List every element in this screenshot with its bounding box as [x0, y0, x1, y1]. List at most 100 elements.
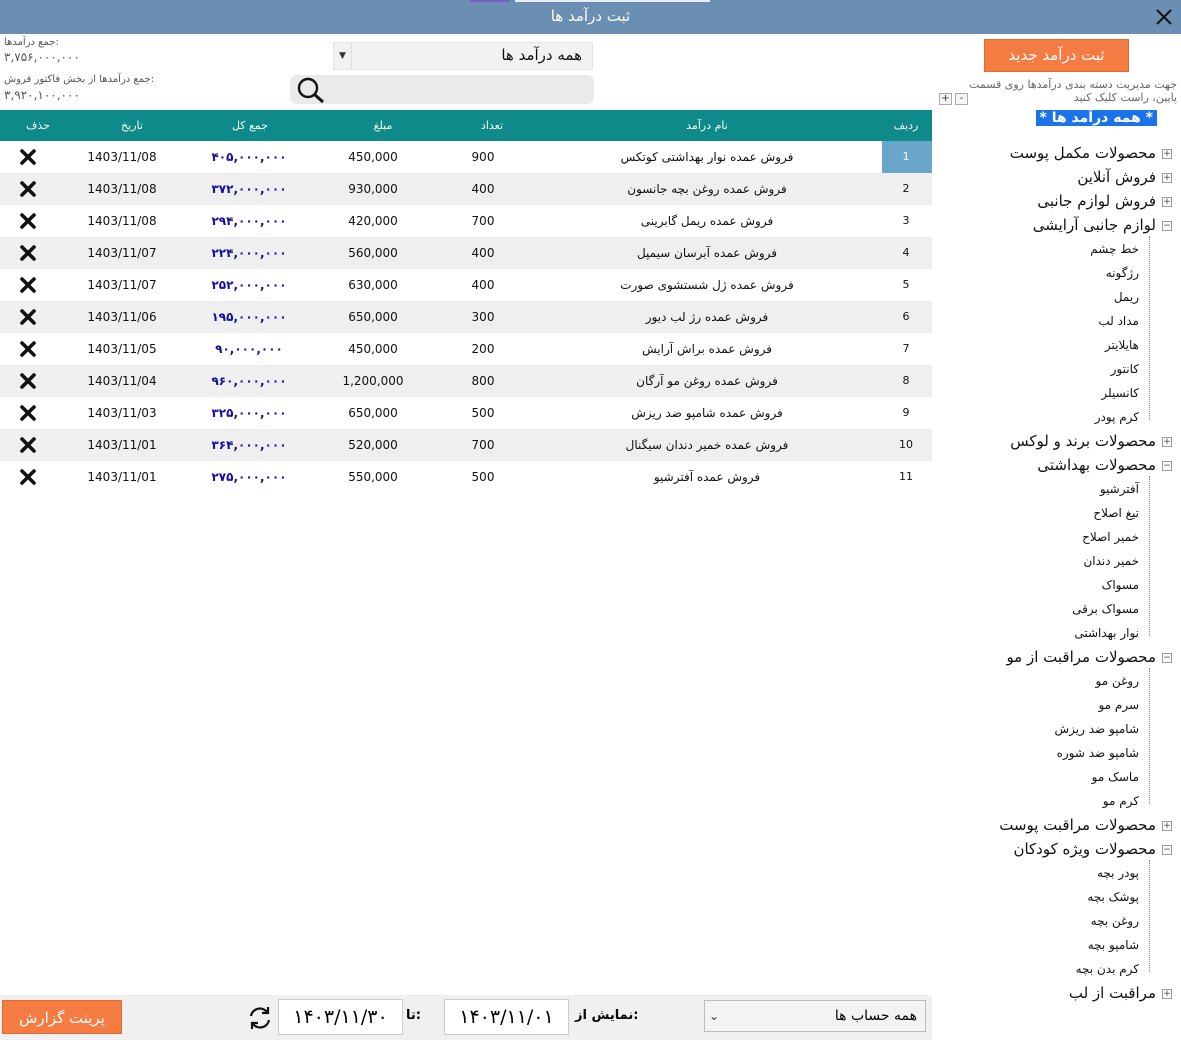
expand-node-icon[interactable]: + [1162, 437, 1172, 447]
tree-leaf[interactable]: کرم پودر [1095, 410, 1139, 424]
expand-node-icon[interactable]: + [1162, 173, 1172, 183]
table-row[interactable]: 7 فروش عمده براش آرایش 200 450,000 ۹۰,۰۰۰,۰۰… [0, 333, 932, 365]
tree-group[interactable]: لوازم جانبی آرایشی [1033, 216, 1156, 234]
selected-row-cell[interactable]: 1 [882, 141, 932, 173]
tree-leaf[interactable]: مسواک برقی [1072, 602, 1139, 616]
tree-group[interactable]: فروش آنلاین [1077, 168, 1156, 186]
refresh-icon[interactable] [246, 1005, 274, 1031]
search-input[interactable] [290, 75, 594, 104]
delete-icon[interactable] [19, 341, 37, 357]
delete-icon[interactable] [19, 373, 37, 389]
table-row[interactable]: 5 فروش عمده ژل شستشوی صورت 400 630,000 ۲۵۲,۰… [0, 269, 932, 301]
delete-icon[interactable] [19, 181, 37, 197]
tree-leaf[interactable]: ریمل [1114, 290, 1139, 304]
delete-icon[interactable] [19, 437, 37, 453]
table-row[interactable]: 10 فروش عمده خمیر دندان سیگنال 700 520,000 ۳… [0, 429, 932, 461]
expand-node-icon[interactable]: + [1162, 821, 1172, 831]
delete-icon[interactable] [19, 405, 37, 421]
table-row[interactable]: 1 فروش عمده نوار بهداشتی کوتکس 900 450,000 ۴… [0, 141, 932, 173]
table-row[interactable]: 4 فروش عمده آبرسان سیمپل 400 560,000 ۲۲۴,۰۰۰… [0, 237, 932, 269]
col-date[interactable]: تاریخ [121, 119, 143, 132]
table-row[interactable]: 8 فروش عمده روغن مو آرگان 800 1,200,000 ۹۶۰,… [0, 365, 932, 397]
tree-leaf[interactable]: هایلایتر [1105, 338, 1139, 352]
tree-group[interactable]: محصولات بهداشتی [1037, 456, 1156, 474]
tree-leaf[interactable]: کانسیلر [1101, 386, 1139, 400]
cell-row: 11 [899, 470, 913, 483]
tree-leaf[interactable]: سرم مو [1098, 698, 1139, 712]
delete-icon[interactable] [19, 309, 37, 325]
col-count[interactable]: تعداد [481, 119, 503, 132]
cell-total: ۳۷۲,۰۰۰,۰۰۰ [211, 182, 287, 196]
new-income-button[interactable]: ثبت درآمد جدید [984, 39, 1129, 72]
table-row[interactable]: 11 فروش عمده آفترشیو 500 550,000 ۲۷۵,۰۰۰,۰۰۰… [0, 461, 932, 493]
table-row[interactable]: 3 فروش عمده ریمل گابرینی 700 420,000 ۲۹۴,۰۰۰… [0, 205, 932, 237]
tree-leaf[interactable]: آفترشیو [1100, 482, 1139, 496]
tree-group[interactable]: محصولات مکمل پوست [1010, 144, 1156, 162]
tree-leaf[interactable]: نوار بهداشتی [1074, 626, 1139, 640]
tree-leaf[interactable]: روغن بچه [1091, 914, 1139, 928]
account-select[interactable]: ⌄ همه حساب ها [704, 1000, 926, 1032]
tree-leaf[interactable]: پوشک بچه [1087, 890, 1139, 904]
tree-leaf[interactable]: شامپو ضد شوره [1057, 746, 1139, 760]
expand-node-icon[interactable]: + [1162, 989, 1172, 999]
tree-group[interactable]: محصولات ویژه کودکان [1013, 840, 1156, 858]
tree-leaf[interactable]: کانتور [1111, 362, 1139, 376]
to-date-field[interactable]: ۱۴۰۳/۱۱/۳۰ [278, 999, 403, 1035]
tree-leaf[interactable]: روغن مو [1096, 674, 1139, 688]
tree-leaf[interactable]: کرم بدن بچه [1076, 962, 1139, 976]
table-row[interactable]: 2 فروش عمده روغن بچه جانسون 400 930,000 ۳۷۲,… [0, 173, 932, 205]
delete-icon[interactable] [19, 213, 37, 229]
delete-icon[interactable] [19, 149, 37, 165]
expand-node-icon[interactable]: + [1162, 197, 1172, 207]
tree-group[interactable]: محصولات برند و لوکس [1010, 432, 1156, 450]
collapse-node-icon[interactable]: − [1162, 845, 1172, 855]
tree-leaf[interactable]: خمیر دندان [1083, 554, 1139, 568]
tree-leaf[interactable]: ماسک مو [1092, 770, 1139, 784]
tree-group[interactable]: محصولات مراقبت از مو [1006, 648, 1156, 666]
col-name[interactable]: نام درآمد [686, 119, 728, 132]
collapse-node-icon[interactable]: − [1162, 221, 1172, 231]
cell-date: 1403/11/08 [87, 214, 157, 228]
tree-leaf[interactable]: خط چشم [1090, 242, 1139, 256]
delete-icon[interactable] [19, 469, 37, 485]
tree-leaf[interactable]: شامپو ضد ریزش [1055, 722, 1139, 736]
cell-price: 650,000 [348, 310, 398, 324]
chevron-down-icon[interactable]: ▼ [334, 43, 352, 69]
tree-leaf[interactable]: خمیر اصلاح [1082, 530, 1139, 544]
expand-node-icon[interactable]: + [1162, 149, 1172, 159]
col-row[interactable]: ردیف [894, 119, 919, 132]
search-icon[interactable] [296, 76, 326, 104]
tree-leaf[interactable]: پودر بچه [1097, 866, 1139, 880]
tree-group[interactable]: مراقبت از لب [1069, 984, 1156, 1002]
from-date-field[interactable]: ۱۴۰۳/۱۱/۰۱ [444, 999, 569, 1035]
tree-root-all-incomes[interactable]: * همه درآمد ها * [1035, 110, 1157, 126]
tree-leaf[interactable]: کرم مو [1103, 794, 1139, 808]
tree-leaf[interactable]: شامپو بچه [1088, 938, 1139, 952]
chevron-down-icon[interactable]: ⌄ [709, 1009, 719, 1023]
table-row[interactable]: 9 فروش عمده شامپو ضد ریزش 500 650,000 ۳۲۵,۰۰… [0, 397, 932, 429]
delete-icon[interactable] [19, 245, 37, 261]
collapse-all-button[interactable]: - [955, 93, 968, 105]
cell-row: 10 [899, 438, 913, 451]
tree-guide-line [1149, 236, 1150, 420]
tree-leaf[interactable]: مداد لب [1098, 314, 1139, 328]
tree-group[interactable]: محصولات مراقبت پوست [999, 816, 1156, 834]
collapse-node-icon[interactable]: − [1162, 653, 1172, 663]
delete-icon[interactable] [19, 277, 37, 293]
cell-name: فروش عمده خمیر دندان سیگنال [625, 438, 789, 452]
print-report-button[interactable]: پرینت گزارش [2, 1000, 122, 1034]
tree-leaf[interactable]: تیغ اصلاح [1093, 506, 1139, 520]
cell-price: 560,000 [348, 246, 398, 260]
col-delete[interactable]: حذف [26, 119, 50, 132]
table-row[interactable]: 6 فروش عمده رژ لب دیور 300 650,000 ۱۹۵,۰۰۰,۰… [0, 301, 932, 333]
income-filter-select[interactable]: ▼ همه درآمد ها [333, 42, 593, 70]
col-price[interactable]: مبلغ [374, 119, 393, 132]
collapse-node-icon[interactable]: − [1162, 461, 1172, 471]
close-icon[interactable] [1151, 4, 1177, 30]
expand-all-button[interactable]: + [939, 93, 952, 105]
cell-price: 450,000 [348, 342, 398, 356]
tree-leaf[interactable]: مسواک [1102, 578, 1139, 592]
tree-group[interactable]: فروش لوازم جانبی [1037, 192, 1156, 210]
tree-leaf[interactable]: رژگونه [1106, 266, 1139, 280]
col-total[interactable]: جمع کل [232, 119, 268, 132]
